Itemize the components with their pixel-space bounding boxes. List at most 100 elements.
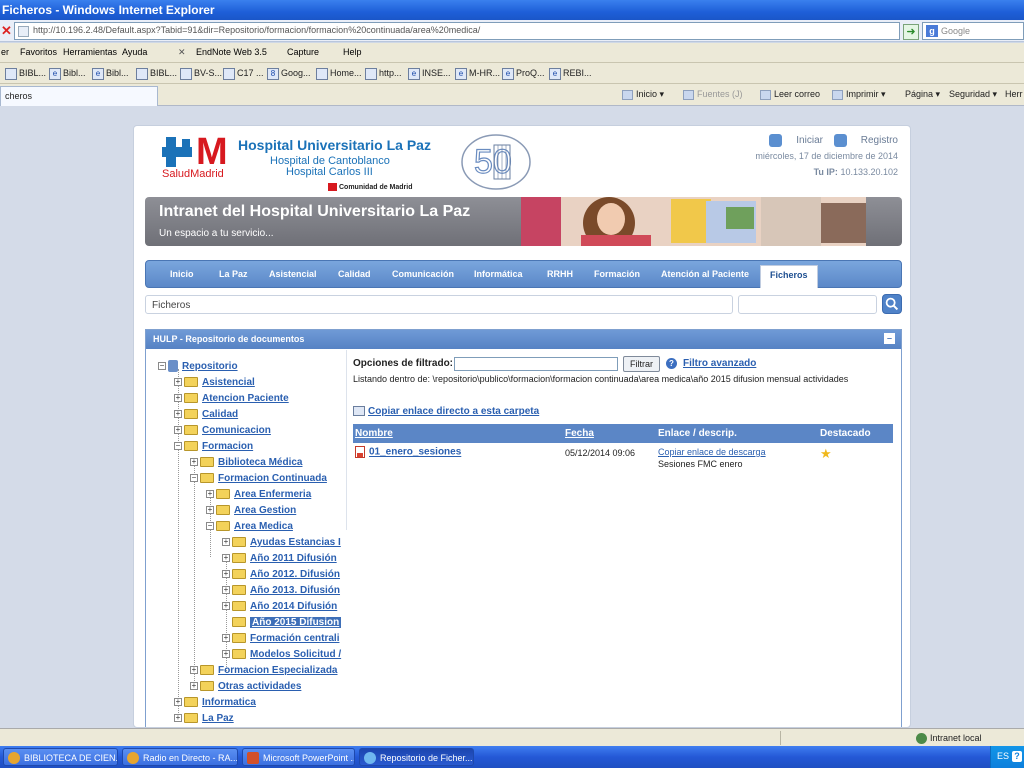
column-fecha[interactable]: Fecha <box>565 428 594 439</box>
ie-page-icon: e <box>455 67 467 80</box>
taskbar-button[interactable]: Radio en Directo - RA... <box>122 748 238 766</box>
search-icon[interactable] <box>882 294 902 314</box>
tree-item[interactable]: + Formacion Especializada <box>190 664 338 680</box>
tree-item[interactable]: + Area Gestion <box>206 504 296 520</box>
browser-tab[interactable]: cheros <box>0 86 158 106</box>
read-mail-button[interactable]: Leer correo <box>760 89 820 100</box>
tree-item[interactable]: + La Paz <box>174 712 234 727</box>
print-button[interactable]: Imprimir ▾ <box>832 89 886 100</box>
endnote-button[interactable]: EndNote Web 3.5 <box>196 47 267 57</box>
comunidad-flag-icon <box>328 183 337 191</box>
status-bar: Intranet local <box>0 728 1024 746</box>
tree-item[interactable]: + Biblioteca Médica <box>190 456 302 472</box>
tree-item[interactable]: + Comunicacion <box>174 424 271 440</box>
menu-item-edit[interactable]: er <box>1 47 9 57</box>
advanced-filter-link[interactable]: ? Filtro avanzado <box>666 358 756 369</box>
minimize-icon[interactable]: – <box>884 333 895 344</box>
tree-item[interactable]: − Area Medica <box>206 520 293 536</box>
tree-item[interactable]: − Formacion Continuada <box>190 472 327 488</box>
copy-folder-link[interactable]: Copiar enlace directo a esta carpeta <box>353 406 539 417</box>
tree-item[interactable]: − Formacion <box>174 440 253 456</box>
taskbar-button[interactable]: BIBLIOTECA DE CIEN... <box>3 748 118 766</box>
tree-item[interactable]: + Formación centrali <box>222 632 339 648</box>
home-button[interactable]: Inicio ▾ <box>622 89 664 100</box>
folder-icon <box>216 505 230 516</box>
folder-open-icon <box>232 617 246 628</box>
register-link[interactable]: Registro <box>833 134 898 147</box>
folder-open-icon <box>216 521 230 532</box>
link-icon <box>316 67 328 80</box>
security-menu-button[interactable]: Seguridad ▾ <box>949 89 997 100</box>
system-tray: ES ? <box>990 746 1024 768</box>
column-nombre[interactable]: Nombre <box>355 428 393 439</box>
tree-item[interactable]: + Año 2011 Difusión <box>222 552 337 568</box>
tree-item[interactable]: + Modelos Solicitud / <box>222 648 341 664</box>
link-item[interactable]: BIBL... <box>136 66 177 81</box>
page-favicon-icon <box>18 26 29 37</box>
nav-asistencial[interactable]: Asistencial <box>269 269 317 279</box>
tree-item[interactable]: + Calidad <box>174 408 238 424</box>
link-item[interactable]: BIBL... <box>5 66 46 81</box>
nav-ficheros[interactable]: Ficheros <box>760 265 818 288</box>
tree-item[interactable]: + Otras actividades <box>190 680 301 696</box>
menu-item-tools[interactable]: Herramientas <box>63 47 117 57</box>
tree-item[interactable]: + Informatica <box>174 696 256 712</box>
nav-comunicacion[interactable]: Comunicación <box>392 269 454 279</box>
page-menu-button[interactable]: Página ▾ <box>905 89 940 100</box>
link-item[interactable]: C17 ... <box>223 66 264 81</box>
link-item[interactable]: e INSE... <box>408 66 451 81</box>
link-item[interactable]: e M-HR... <box>455 66 500 81</box>
folder-open-icon <box>200 473 214 484</box>
nav-atencion-paciente[interactable]: Atención al Paciente <box>661 269 749 279</box>
tree-item[interactable]: + Año 2014 Difusión <box>222 600 337 616</box>
nav-rrhh[interactable]: RRHH <box>547 269 573 279</box>
tree-item[interactable]: + Ayudas Estancias I <box>222 536 341 552</box>
tree-item[interactable]: + Asistencial <box>174 376 255 392</box>
folder-icon <box>200 457 214 468</box>
link-item[interactable]: 8 Goog... <box>267 66 311 81</box>
filter-button[interactable]: Filtrar <box>623 356 660 372</box>
tree-guide <box>194 465 195 685</box>
tree-item-repositorio[interactable]: − Repositorio <box>158 360 238 376</box>
link-item[interactable]: Home... <box>316 66 362 81</box>
link-item[interactable]: e Bibl... <box>49 66 86 81</box>
tools-menu-button[interactable]: Herr <box>1005 89 1023 99</box>
help-tray-icon[interactable]: ? <box>1012 751 1022 762</box>
address-field[interactable]: http://10.196.2.48/Default.aspx?Tabid=91… <box>14 22 900 40</box>
login-link[interactable]: Iniciar <box>769 134 823 147</box>
go-arrow-icon[interactable]: ➜ <box>903 24 919 40</box>
tree-item[interactable]: + Año 2012. Difusión <box>222 568 340 584</box>
intranet-banner: Intranet del Hospital Universitario La P… <box>145 197 902 246</box>
link-item[interactable]: e Bibl... <box>92 66 129 81</box>
register-icon <box>833 134 847 147</box>
menu-item-favorites[interactable]: Favoritos <box>20 47 57 57</box>
stop-icon[interactable]: ✕ <box>1 23 13 39</box>
toolbar-close-icon[interactable]: ✕ <box>178 47 186 58</box>
capture-button[interactable]: Capture <box>287 47 319 57</box>
nav-inicio[interactable]: Inicio <box>170 269 194 279</box>
taskbar-button-active[interactable]: Repositorio de Ficher... <box>359 748 474 766</box>
nav-calidad[interactable]: Calidad <box>338 269 371 279</box>
menu-item-help[interactable]: Ayuda <box>122 47 147 57</box>
copy-download-link[interactable]: Copiar enlace de descarga <box>658 447 766 457</box>
tree-item-selected[interactable]: Año 2015 Difusion <box>232 616 342 632</box>
language-indicator[interactable]: ES <box>997 751 1009 761</box>
filter-input[interactable] <box>454 357 618 371</box>
link-item[interactable]: e ProQ... <box>502 66 545 81</box>
nav-formacion[interactable]: Formación <box>594 269 640 279</box>
help-button[interactable]: Help <box>343 47 362 57</box>
links-bar: BIBL... e Bibl... e Bibl... BIBL... BV-S..… <box>0 63 1024 84</box>
link-item[interactable]: BV-S... <box>180 66 222 81</box>
tree-item[interactable]: + Atencion Paciente <box>174 392 289 408</box>
nav-informatica[interactable]: Informática <box>474 269 523 279</box>
nav-la-paz[interactable]: La Paz <box>219 269 248 279</box>
link-item[interactable]: e REBI... <box>549 66 592 81</box>
feeds-button[interactable]: Fuentes (J) <box>683 89 743 100</box>
tree-item[interactable]: + Año 2013. Difusión <box>222 584 340 600</box>
tree-item[interactable]: + Area Enfermeria <box>206 488 311 504</box>
link-item[interactable]: http... <box>365 66 402 81</box>
taskbar-button[interactable]: Microsoft PowerPoint ... <box>242 748 355 766</box>
site-search-input[interactable] <box>738 295 877 314</box>
file-name-link[interactable]: 01_enero_sesiones <box>355 446 461 458</box>
browser-search-input[interactable]: g Google <box>922 22 1024 40</box>
